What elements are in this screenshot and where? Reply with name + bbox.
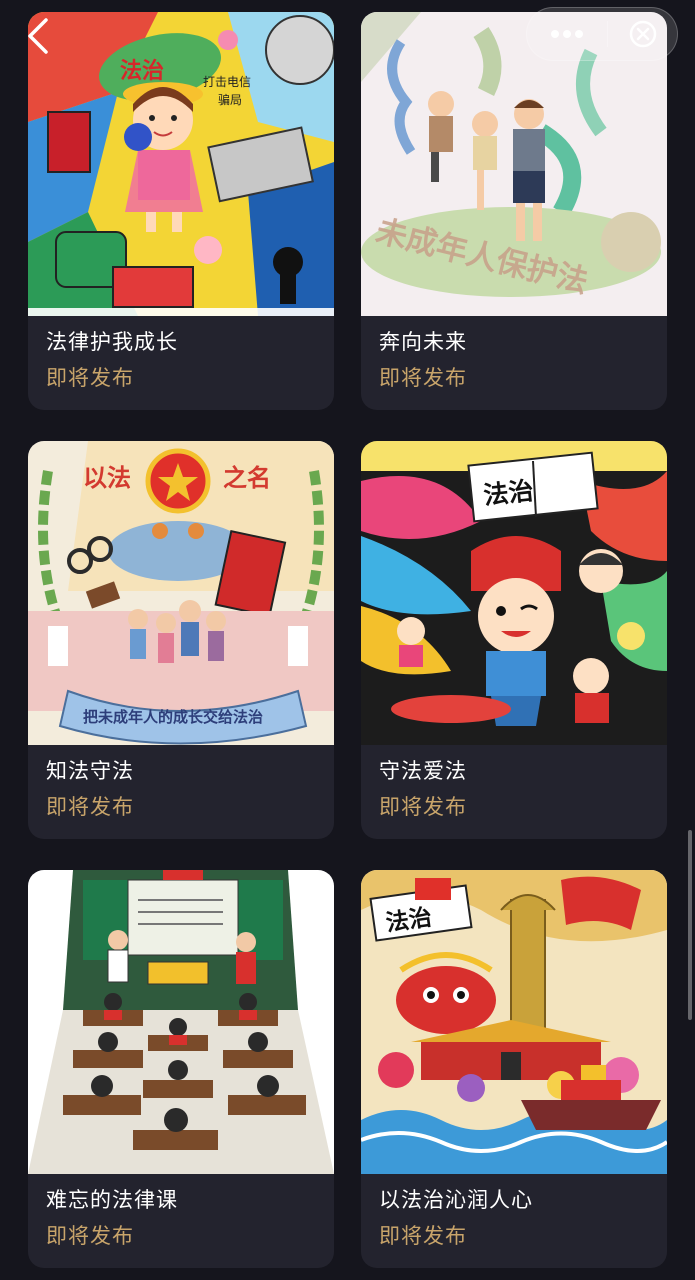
close-circle-icon [629,20,656,48]
back-button[interactable] [18,14,58,58]
card-artwork: 法治 [361,441,667,745]
card-yi-fa-zhi-qin-run-ren-xin[interactable]: 法治 以法治沁润人心 即将发布 [361,870,667,1268]
card-artwork: 法治 [361,870,667,1174]
card-status: 即将发布 [46,1224,134,1248]
card-title: 法律护我成长 [46,330,178,354]
artwork-text: 以法 [83,464,131,492]
card-nan-wang-de-fa-lv-ke[interactable]: 难忘的法律课 即将发布 [28,870,334,1268]
card-title: 以法治沁润人心 [379,1188,533,1212]
miniprogram-capsule [526,7,678,61]
card-title: 难忘的法律课 [46,1188,178,1212]
card-title: 奔向未来 [379,330,467,354]
card-artwork: 法治 打击电信 骗局 [28,12,334,316]
card-shou-fa-ai-fa[interactable]: 法治 守法爱法 即将发布 [361,441,667,839]
card-status: 即将发布 [46,795,134,819]
artwork-text: 法治 [120,58,164,84]
artwork-text: 打击电信 [203,75,251,89]
card-status: 即将发布 [379,366,467,390]
card-title: 知法守法 [46,759,134,783]
card-status: 即将发布 [379,1224,467,1248]
card-zhi-fa-shou-fa[interactable]: 以法 之名 把未成年人的成长交给法治 知法守法 即将发布 [28,441,334,839]
scrollbar[interactable] [688,830,692,1020]
card-status: 即将发布 [46,366,134,390]
artwork-image: 法治 [361,441,667,745]
artwork-image [28,870,334,1174]
artwork-text: 之名 [223,464,271,492]
card-fa-lv-hu-wo-cheng-zhang[interactable]: 法治 打击电信 骗局 法律护我成长 即将发布 [28,12,334,410]
card-artwork [28,870,334,1174]
artwork-text: 骗局 [218,92,242,107]
chevron-left-icon [28,18,48,54]
artwork-banner: 把未成年人的成长交给法治 [83,708,263,726]
artwork-image: 以法 之名 把未成年人的成长交给法治 [28,441,334,745]
card-artwork: 以法 之名 把未成年人的成长交给法治 [28,441,334,745]
card-status: 即将发布 [379,795,467,819]
card-ben-xiang-wei-lai[interactable]: 未成年人保护法 奔向未来 即将发布 [361,12,667,410]
artwork-book-text: 法治 [482,476,535,510]
close-button[interactable] [608,8,677,60]
artwork-image: 法治 打击电信 骗局 [28,12,334,316]
more-dots-icon [551,30,583,38]
card-title: 守法爱法 [379,759,467,783]
artwork-image: 法治 [361,870,667,1174]
more-button[interactable] [527,8,607,60]
page: 法治 打击电信 骗局 法律护我成长 即将发布 未成年人保护法 奔向未来 即将发布… [0,0,695,1280]
